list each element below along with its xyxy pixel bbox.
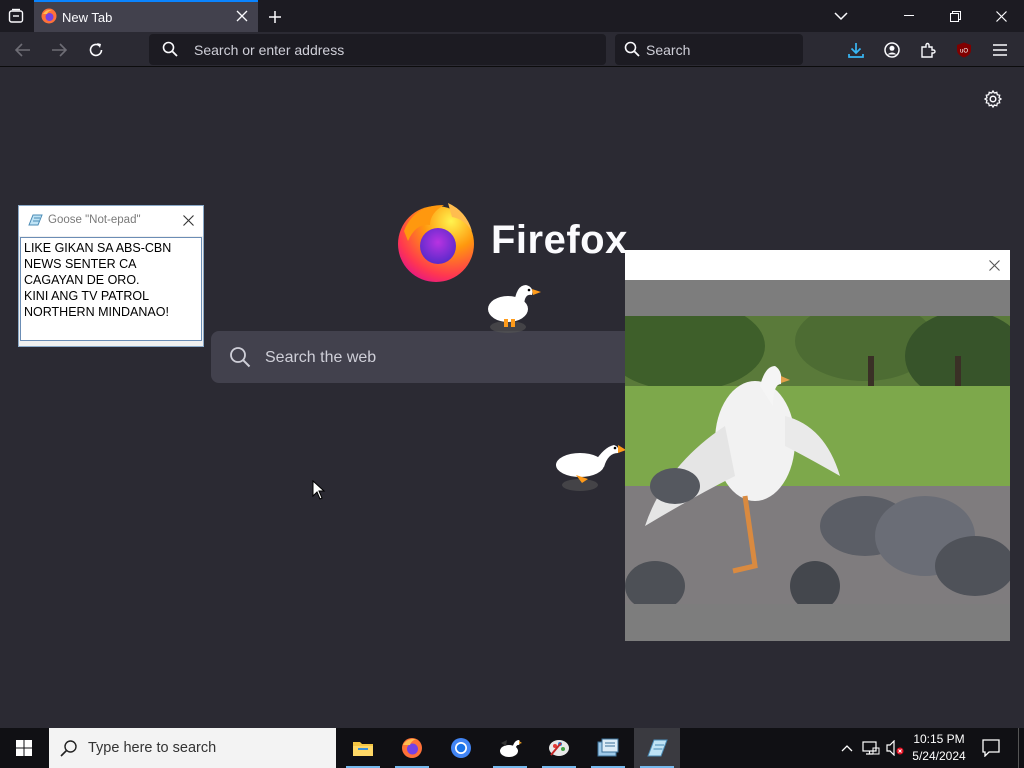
svg-text:uO: uO: [960, 49, 968, 55]
extensions-icon[interactable]: [916, 38, 940, 62]
minimize-icon[interactable]: [894, 4, 924, 28]
gear-icon[interactable]: [981, 87, 1005, 111]
goose-pigeons-video: [625, 316, 1010, 604]
goose-media-popup[interactable]: [625, 250, 1010, 641]
list-all-tabs-chevron-down-icon[interactable]: [830, 6, 852, 26]
menu-hamburger-icon[interactable]: [988, 38, 1012, 62]
search-bar-placeholder: Search: [646, 42, 691, 58]
notepad-text[interactable]: LIKE GIKAN SA ABS-CBN NEWS SENTER CA CAG…: [20, 237, 202, 341]
desktop-goose-icon[interactable]: [554, 439, 628, 495]
close-icon[interactable]: [181, 213, 195, 227]
firefox-view-icon[interactable]: [4, 6, 28, 26]
ublock-origin-icon[interactable]: uO: [952, 38, 976, 62]
clock[interactable]: 10:15 PM 5/24/2024: [908, 731, 970, 767]
search-icon: [162, 41, 178, 60]
desktop-goose-icon[interactable]: [484, 279, 544, 335]
firefox-logo-icon: [396, 201, 478, 283]
notepad-titlebar[interactable]: Goose "Not-epad": [19, 206, 203, 236]
popup-titlebar[interactable]: [625, 250, 1010, 280]
firefox-wordmark: Firefox: [491, 218, 628, 262]
search-icon: [624, 41, 640, 60]
tab-new-tab[interactable]: New Tab: [34, 0, 258, 32]
firefox-taskbar-button[interactable]: [389, 728, 435, 768]
show-desktop-divider[interactable]: [1018, 728, 1019, 768]
network-icon[interactable]: [860, 738, 882, 758]
notifications-icon[interactable]: [978, 736, 1004, 760]
tab-strip: New Tab: [0, 0, 1024, 32]
page-search-box[interactable]: Search the web: [211, 331, 661, 383]
close-icon[interactable]: [987, 258, 1001, 272]
chrome-taskbar-button[interactable]: [438, 728, 484, 768]
goose-notepad-taskbar-button[interactable]: [634, 728, 680, 768]
taskbar-search-box[interactable]: Type here to search: [49, 728, 336, 768]
search-icon: [229, 346, 251, 373]
volume-muted-icon[interactable]: [884, 738, 906, 758]
mouse-cursor-icon: [312, 479, 326, 500]
notepad-title: Goose "Not-epad": [48, 214, 141, 226]
clock-time: 10:15 PM: [913, 732, 965, 746]
restore-icon[interactable]: [940, 4, 970, 28]
search-bar[interactable]: Search: [615, 34, 803, 65]
page-search-placeholder: Search the web: [265, 349, 377, 366]
url-placeholder: Search or enter address: [194, 42, 345, 58]
windows-start-icon[interactable]: [0, 728, 48, 768]
back-arrow-icon[interactable]: [12, 39, 34, 61]
file-explorer-taskbar-button[interactable]: [340, 728, 386, 768]
close-tab-icon[interactable]: [234, 8, 250, 24]
firefox-favicon-icon: [41, 8, 57, 27]
reload-icon[interactable]: [85, 39, 107, 61]
paint-taskbar-button[interactable]: [536, 728, 582, 768]
downloads-icon[interactable]: [844, 38, 868, 62]
search-icon: [60, 739, 78, 761]
navigation-toolbar: Search or enter address Search uO: [0, 32, 1024, 67]
show-hidden-icons-chevron-up-icon[interactable]: [838, 738, 856, 758]
account-icon[interactable]: [880, 38, 904, 62]
clock-date: 5/24/2024: [912, 749, 966, 763]
notepad-icon: [27, 213, 43, 232]
goose-notepad-window[interactable]: Goose "Not-epad" LIKE GIKAN SA ABS-CBN N…: [18, 205, 204, 347]
tab-title: New Tab: [62, 10, 113, 25]
url-bar[interactable]: Search or enter address: [149, 34, 606, 65]
goose-app-taskbar-button[interactable]: [487, 728, 533, 768]
forward-arrow-icon[interactable]: [48, 39, 70, 61]
notepad-app-taskbar-button[interactable]: [585, 728, 631, 768]
taskbar-search-placeholder: Type here to search: [88, 740, 217, 756]
windows-taskbar: Type here to search 10:15 PM 5/24/2024: [0, 728, 1024, 768]
new-tab-icon[interactable]: [264, 6, 286, 28]
close-window-icon[interactable]: [986, 4, 1016, 28]
